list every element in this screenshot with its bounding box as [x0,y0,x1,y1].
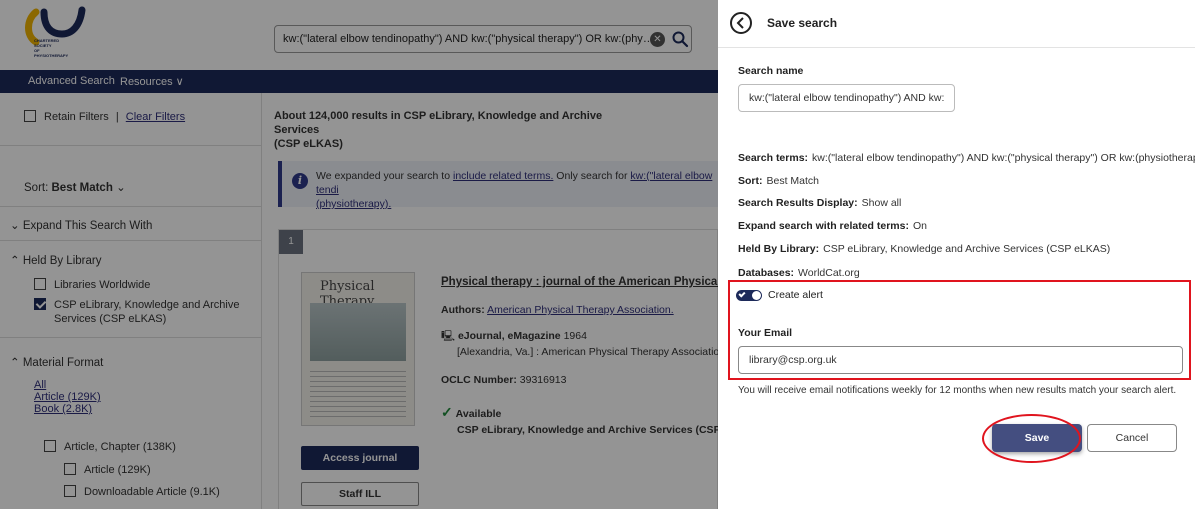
criteria-label: Search Results Display: [738,197,858,209]
notification-info: You will receive email notifications wee… [738,385,1177,396]
cancel-button[interactable]: Cancel [1087,424,1177,452]
create-alert-toggle[interactable] [736,290,762,301]
create-alert-label: Create alert [768,289,823,301]
criteria-value: CSP eLibrary, Knowledge and Archive Serv… [823,243,1111,255]
save-highlight-ring [982,414,1081,463]
criteria-search-terms: Search terms: kw:("lateral elbow tendinop… [738,152,1195,164]
criteria-value: kw:("lateral elbow tendinopathy") AND kw… [812,152,1195,164]
back-button[interactable] [730,12,752,34]
criteria-value: On [912,220,927,232]
chevron-left-icon [736,17,744,29]
panel-header: Save search [718,0,1195,48]
criteria-label: Search terms: [738,152,809,164]
criteria-display: Search Results Display: Show all [738,197,901,209]
panel-title: Save search [767,16,838,30]
email-label: Your Email [738,327,793,339]
toggle-knob [752,291,761,300]
criteria-databases: Databases: WorldCat.org [738,267,860,279]
criteria-label: Sort: [738,175,763,187]
modal-backdrop[interactable] [0,0,718,509]
criteria-value: Show all [861,197,902,209]
criteria-label: Databases: [738,267,795,279]
search-name-label: Search name [738,65,804,77]
criteria-expand: Expand search with related terms: On [738,220,927,232]
save-search-panel: Save search Search name Search terms:kw:… [718,0,1195,509]
criteria-label: Expand search with related terms: [738,220,909,232]
check-icon [738,290,746,298]
criteria-held-by: Held By Library: CSP eLibrary, Knowledge … [738,243,1110,255]
criteria-value: Best Match [766,175,820,187]
criteria-sort: Sort: Best Match [738,175,819,187]
criteria-label: Held By Library: [738,243,820,255]
search-name-input[interactable] [738,84,955,112]
email-field[interactable] [738,346,1183,374]
criteria-value: WorldCat.org [798,267,860,279]
